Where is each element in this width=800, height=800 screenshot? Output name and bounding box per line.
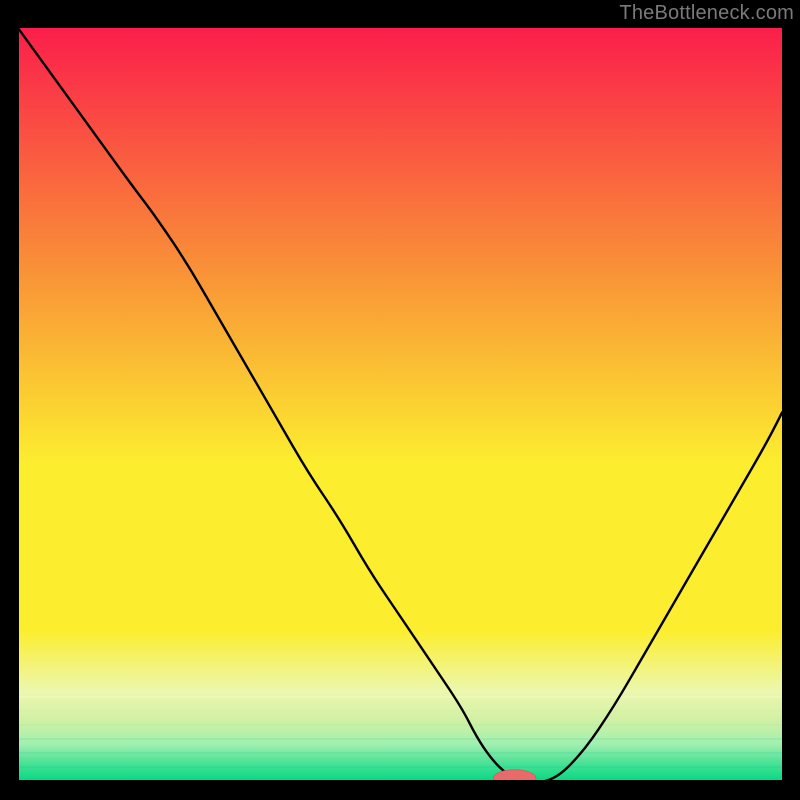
chart-container: TheBottleneck.com bbox=[0, 0, 800, 800]
band-3 bbox=[18, 724, 782, 726]
watermark-text: TheBottleneck.com bbox=[619, 2, 794, 25]
gradient-background bbox=[18, 28, 782, 782]
band-1 bbox=[18, 696, 782, 698]
band-4 bbox=[18, 738, 782, 740]
bottleneck-chart bbox=[18, 28, 782, 782]
band-2 bbox=[18, 710, 782, 712]
band-5 bbox=[18, 752, 782, 754]
band-6 bbox=[18, 766, 782, 768]
plot-area bbox=[18, 28, 782, 782]
